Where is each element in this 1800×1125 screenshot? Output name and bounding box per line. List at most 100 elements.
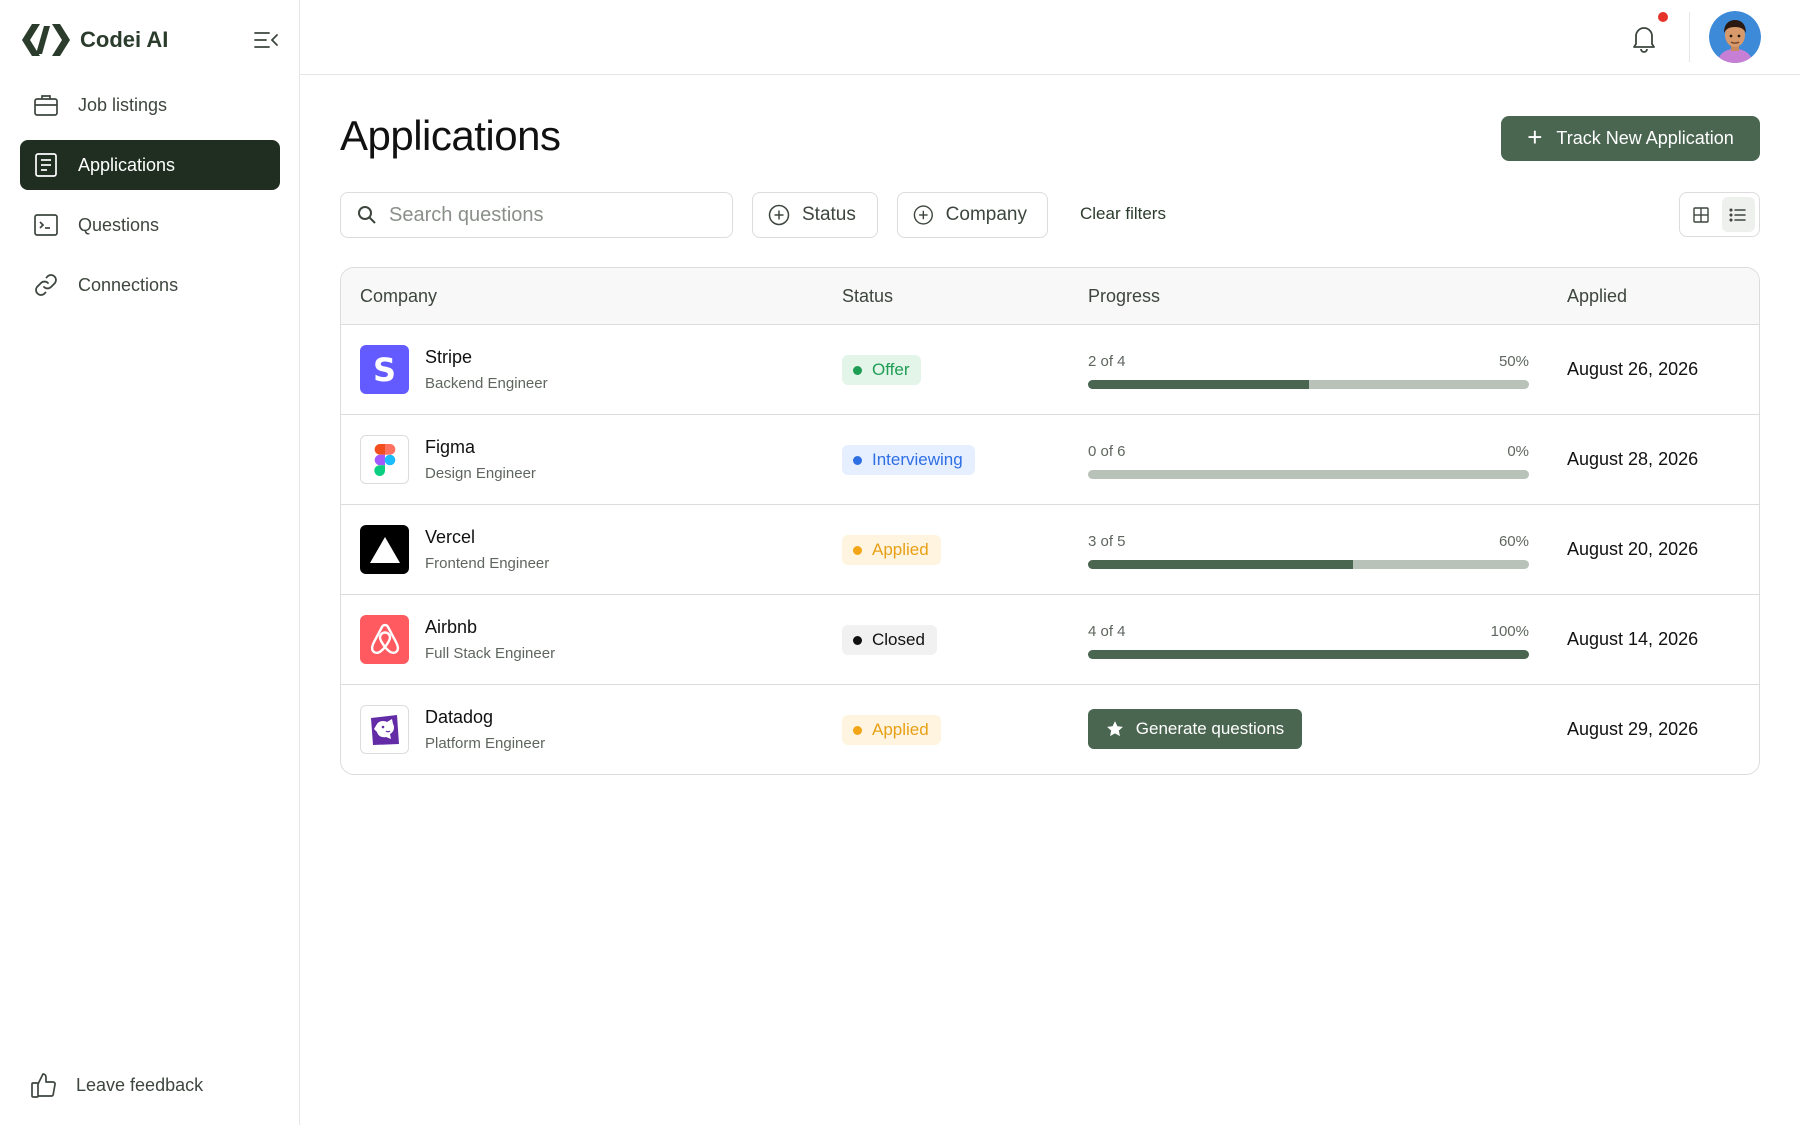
track-new-application-button[interactable]: + Track New Application xyxy=(1501,116,1760,161)
plus-icon: + xyxy=(1527,122,1543,152)
applied-date: August 28, 2026 xyxy=(1567,449,1699,469)
datadog-logo-icon xyxy=(360,705,409,754)
table-row[interactable]: S Stripe Backend Engineer Offer 2 of 4 5… xyxy=(341,325,1759,415)
sidebar-item-label: Connections xyxy=(78,274,179,295)
table-row[interactable]: Datadog Platform Engineer Applied Genera… xyxy=(341,685,1759,774)
table-header: Company Status Progress Applied xyxy=(341,268,1759,325)
applications-table: Company Status Progress Applied S Stripe… xyxy=(340,267,1760,775)
progress-bar xyxy=(1088,560,1529,569)
status-badge: Closed xyxy=(842,625,937,655)
status-label: Applied xyxy=(872,540,929,559)
table-row[interactable]: Vercel Frontend Engineer Applied 3 of 5 … xyxy=(341,505,1759,595)
progress-fill xyxy=(1088,650,1529,659)
applied-date: August 29, 2026 xyxy=(1567,719,1699,739)
topbar xyxy=(300,0,1800,75)
sidebar-item-label: Applications xyxy=(78,154,176,175)
list-icon xyxy=(1729,207,1746,222)
column-header-progress[interactable]: Progress xyxy=(1088,286,1160,307)
generate-questions-button[interactable]: Generate questions xyxy=(1088,709,1302,749)
progress-fill xyxy=(1088,380,1309,389)
sidebar: Codei AI Job listings Applications Quest… xyxy=(0,0,300,1125)
status-label: Closed xyxy=(872,630,925,649)
avatar-icon xyxy=(1709,11,1761,63)
airbnb-logo-icon xyxy=(360,615,409,664)
applied-date: August 14, 2026 xyxy=(1567,629,1699,649)
terminal-icon xyxy=(32,211,60,239)
progress-fill xyxy=(1088,560,1353,569)
grid-icon xyxy=(1693,206,1709,223)
status-badge: Applied xyxy=(842,715,941,745)
company-filter-label: Company xyxy=(945,204,1027,225)
company-name: Figma xyxy=(425,437,476,457)
collapse-menu-icon xyxy=(254,32,278,48)
search-box xyxy=(340,192,733,238)
applied-date: August 26, 2026 xyxy=(1567,359,1699,379)
brand[interactable]: Codei AI xyxy=(20,20,168,60)
status-badge: Interviewing xyxy=(842,445,975,475)
status-label: Offer xyxy=(872,360,910,379)
search-icon xyxy=(358,206,376,224)
document-icon xyxy=(32,151,60,179)
collapse-sidebar-button[interactable] xyxy=(252,26,280,54)
applied-date: August 20, 2026 xyxy=(1567,539,1699,559)
job-role: Platform Engineer xyxy=(425,735,546,752)
column-header-applied[interactable]: Applied xyxy=(1567,286,1627,307)
notification-badge xyxy=(1658,12,1668,22)
company-filter-button[interactable]: Company xyxy=(897,192,1048,238)
job-role: Backend Engineer xyxy=(425,375,548,392)
link-icon xyxy=(32,271,60,299)
status-dot xyxy=(853,725,862,735)
page-title: Applications xyxy=(340,112,561,159)
plus-circle-icon xyxy=(768,204,790,226)
sidebar-item-applications[interactable]: Applications xyxy=(20,140,280,190)
company-name: Datadog xyxy=(425,707,494,727)
status-label: Interviewing xyxy=(872,450,963,469)
generate-questions-label: Generate questions xyxy=(1135,719,1285,738)
sidebar-item-questions[interactable]: Questions xyxy=(20,200,280,250)
progress-bar xyxy=(1088,470,1529,479)
column-header-status[interactable]: Status xyxy=(842,286,893,307)
status-dot xyxy=(853,545,862,555)
track-button-label: Track New Application xyxy=(1556,128,1734,148)
sidebar-item-job-listings[interactable]: Job listings xyxy=(20,80,280,130)
brand-name: Codei AI xyxy=(80,27,169,52)
status-dot xyxy=(853,635,862,645)
company-name: Vercel xyxy=(425,527,476,547)
job-role: Full Stack Engineer xyxy=(425,645,556,662)
status-dot xyxy=(853,455,862,465)
progress-bar xyxy=(1088,380,1529,389)
figma-logo-icon xyxy=(360,435,409,484)
sidebar-item-label: Questions xyxy=(78,214,160,235)
briefcase-icon xyxy=(32,91,60,119)
job-role: Design Engineer xyxy=(425,465,536,482)
status-filter-button[interactable]: Status xyxy=(752,192,878,238)
clear-filters-button[interactable]: Clear filters xyxy=(1080,204,1166,224)
stripe-logo-icon: S xyxy=(360,345,409,394)
user-avatar[interactable] xyxy=(1709,11,1761,63)
svg-text:S: S xyxy=(373,351,396,389)
sidebar-item-label: Job listings xyxy=(78,94,168,115)
progress-count: 3 of 5 xyxy=(1088,533,1126,550)
view-toggle xyxy=(1679,192,1760,237)
grid-view-button[interactable] xyxy=(1684,197,1718,232)
plus-circle-icon xyxy=(913,205,933,225)
leave-feedback-button[interactable]: Leave feedback xyxy=(20,1060,280,1110)
list-view-button[interactable] xyxy=(1721,197,1755,232)
progress-count: 2 of 4 xyxy=(1088,353,1126,370)
sidebar-nav: Job listings Applications Questions Conn… xyxy=(20,80,280,320)
table-row[interactable]: Airbnb Full Stack Engineer Closed 4 of 4… xyxy=(341,595,1759,685)
vercel-logo-icon xyxy=(360,525,409,574)
job-role: Frontend Engineer xyxy=(425,555,550,572)
notification-bell-icon[interactable] xyxy=(1628,22,1660,54)
progress-count: 0 of 6 xyxy=(1088,443,1126,460)
search-input[interactable] xyxy=(389,203,709,227)
column-header-company[interactable]: Company xyxy=(360,286,437,307)
progress-count: 4 of 4 xyxy=(1088,623,1126,640)
codei-logo-icon xyxy=(22,24,70,56)
company-name: Airbnb xyxy=(425,617,478,637)
status-filter-label: Status xyxy=(802,204,856,225)
sidebar-item-connections[interactable]: Connections xyxy=(20,260,280,310)
star-icon xyxy=(1106,721,1123,737)
table-row[interactable]: Figma Design Engineer Interviewing 0 of … xyxy=(341,415,1759,505)
status-badge: Offer xyxy=(842,355,922,385)
